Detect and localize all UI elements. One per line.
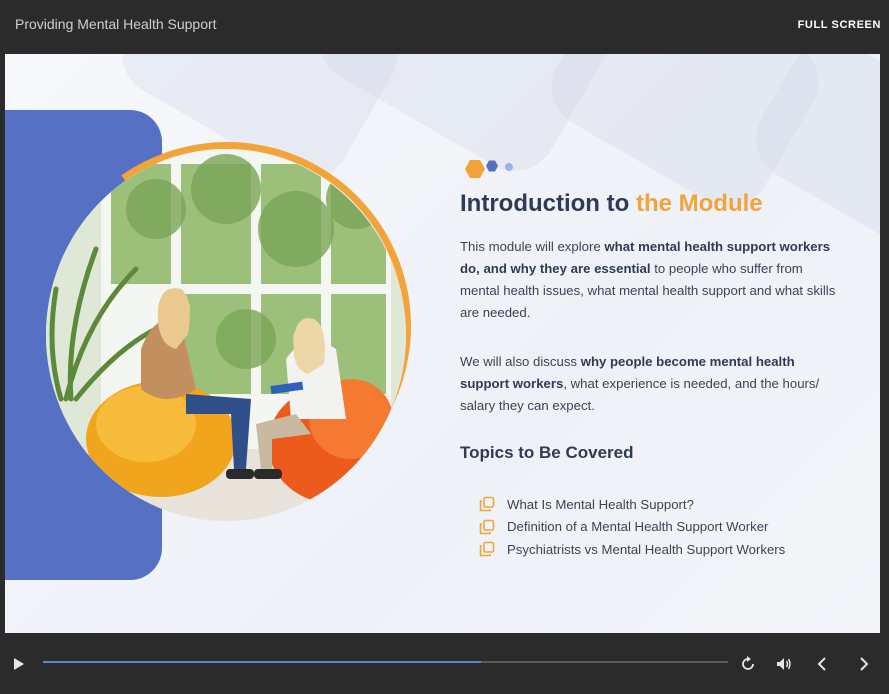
progress-fill	[43, 661, 482, 663]
topic-item: What Is Mental Health Support?	[479, 493, 785, 516]
topics-list: What Is Mental Health Support? Definitio…	[479, 493, 785, 561]
topic-label: Definition of a Mental Health Support Wo…	[507, 519, 769, 535]
replay-icon[interactable]	[738, 654, 758, 674]
hexagon-decoration-icon	[465, 160, 513, 178]
top-bar: Providing Mental Health Support FULL SCR…	[0, 0, 889, 50]
heading-accent-text: the Module	[635, 190, 763, 217]
paragraph-text: This module will explore	[460, 239, 605, 254]
slide-canvas: Introduction to the Module This module w…	[5, 54, 880, 633]
module-photo	[46, 149, 406, 521]
discussion-paragraph: We will also discuss why people become m…	[460, 351, 845, 417]
topic-item: Psychiatrists vs Mental Health Support W…	[479, 538, 785, 561]
copy-icon	[479, 541, 495, 557]
intro-paragraph: This module will explore what mental hea…	[460, 236, 845, 324]
full-screen-button[interactable]: FULL SCREEN	[798, 19, 881, 31]
topic-label: What Is Mental Health Support?	[507, 496, 694, 512]
course-title: Providing Mental Health Support	[15, 16, 217, 32]
chevron-right-icon[interactable]	[854, 654, 874, 674]
heading-text: Introduction to	[460, 190, 636, 217]
topics-heading: Topics to Be Covered	[460, 443, 634, 462]
chevron-left-icon[interactable]	[812, 654, 832, 674]
volume-icon[interactable]	[774, 654, 794, 674]
photo-illustration	[46, 149, 406, 521]
topic-label: Psychiatrists vs Mental Health Support W…	[507, 541, 786, 557]
slide-heading: Introduction to the Module	[460, 190, 763, 218]
play-icon[interactable]	[12, 656, 26, 672]
paragraph-text: We will also discuss	[460, 354, 581, 369]
progress-bar[interactable]	[43, 661, 728, 663]
copy-icon	[479, 519, 495, 535]
copy-icon	[479, 496, 495, 512]
topic-item: Definition of a Mental Health Support Wo…	[479, 516, 785, 539]
player-controls	[0, 636, 889, 694]
